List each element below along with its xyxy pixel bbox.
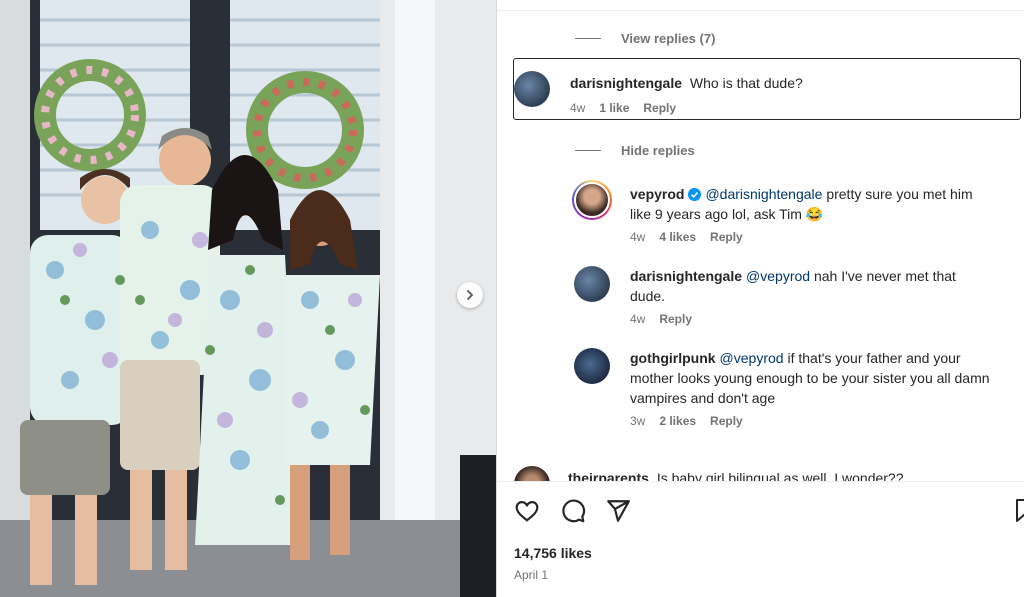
reply-time[interactable]: 4w xyxy=(630,312,645,326)
avatar[interactable] xyxy=(574,266,610,302)
reply-button[interactable]: Reply xyxy=(643,101,676,115)
save-button[interactable] xyxy=(1013,498,1024,529)
share-icon xyxy=(607,500,630,522)
post-date[interactable]: April 1 xyxy=(514,568,548,582)
verified-badge-icon xyxy=(688,188,702,201)
avatar xyxy=(574,182,610,218)
top-divider xyxy=(497,10,1024,11)
reply-mention[interactable]: @vepyrod xyxy=(720,350,784,366)
bookmark-icon xyxy=(1016,499,1024,522)
avatar[interactable] xyxy=(574,348,610,384)
post-actions: 14,756 likes April 1 xyxy=(497,481,1024,597)
share-button[interactable] xyxy=(605,498,631,529)
likes-count[interactable]: 14,756 likes xyxy=(514,545,592,561)
reply-item: vepyrod @darisnightengale pretty sure you… xyxy=(572,180,992,244)
avatar[interactable] xyxy=(514,71,550,107)
reply-likes[interactable]: 4 likes xyxy=(659,230,696,244)
reply-mention[interactable]: @darisnightengale xyxy=(705,186,822,202)
reply-button[interactable]: Reply xyxy=(710,230,743,244)
heart-icon xyxy=(515,501,539,522)
comments-panel: View replies (7) darisnightengale Who is… xyxy=(497,0,1024,597)
comment-item: darisnightengale Who is that dude? 4w 1 … xyxy=(514,71,803,115)
reply-button[interactable]: Reply xyxy=(710,414,743,428)
post-photo-illustration xyxy=(0,0,496,597)
view-replies-label: View replies (7) xyxy=(621,31,716,46)
comment-icon xyxy=(562,499,586,523)
comment-time[interactable]: 4w xyxy=(570,101,585,115)
view-replies-button[interactable]: View replies (7) xyxy=(575,31,715,46)
avatar-story-ring[interactable] xyxy=(572,180,612,220)
comment-text: Who is that dude? xyxy=(689,75,803,91)
next-photo-button[interactable] xyxy=(457,282,483,308)
chevron-right-icon xyxy=(467,290,474,300)
reply-likes[interactable]: 2 likes xyxy=(659,414,696,428)
hide-replies-label: Hide replies xyxy=(621,143,695,158)
reply-username[interactable]: gothgirlpunk xyxy=(630,350,716,366)
post-photo xyxy=(0,0,496,597)
reply-item: darisnightengale @vepyrod nah I've never … xyxy=(574,266,994,326)
like-button[interactable] xyxy=(514,498,540,529)
comment-username[interactable]: darisnightengale xyxy=(570,75,682,91)
reply-mention[interactable]: @vepyrod xyxy=(746,268,810,284)
comment-likes[interactable]: 1 like xyxy=(599,101,629,115)
reply-item: gothgirlpunk @vepyrod if that's your fath… xyxy=(574,348,1004,428)
hide-replies-button[interactable]: Hide replies xyxy=(575,143,695,158)
reply-button[interactable]: Reply xyxy=(659,312,692,326)
reply-username[interactable]: darisnightengale xyxy=(630,268,742,284)
comment-button[interactable] xyxy=(560,498,586,529)
reply-time[interactable]: 3w xyxy=(630,414,645,428)
reply-time[interactable]: 4w xyxy=(630,230,645,244)
reply-username[interactable]: vepyrod xyxy=(630,186,684,202)
